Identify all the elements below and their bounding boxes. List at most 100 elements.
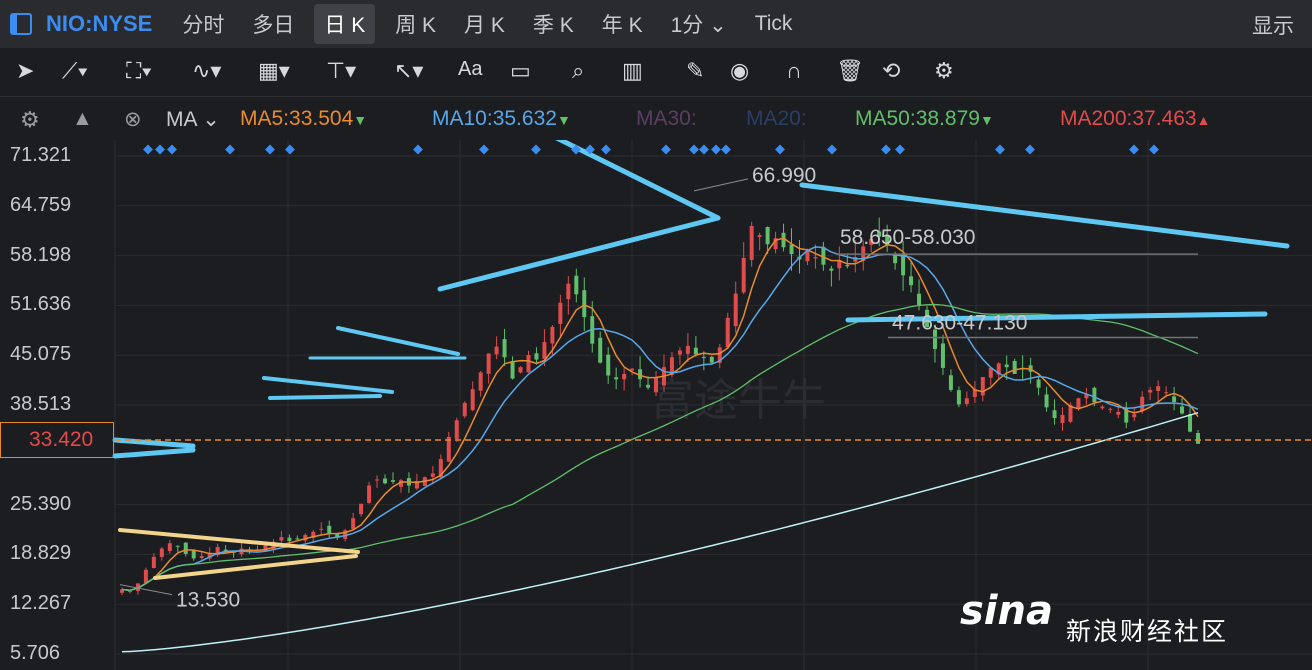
settings-icon[interactable]: ⚙: [934, 58, 954, 84]
candle-body: [1180, 406, 1185, 414]
candle-body: [287, 537, 292, 541]
trend-line-blue: [112, 447, 196, 459]
text-tool-icon[interactable]: Aa: [458, 58, 482, 81]
candlestick-chart[interactable]: 富途牛牛 66.990 13.530 58.650-58.030 47.630-47.…: [0, 140, 1312, 670]
trend-line-blue: [437, 215, 721, 292]
tab-1min[interactable]: 1分 ⌄: [671, 9, 727, 39]
candle-body: [375, 479, 380, 481]
tab-tick[interactable]: Tick: [755, 12, 793, 36]
gear-icon[interactable]: ⚙: [20, 107, 40, 133]
candle-body: [622, 373, 627, 380]
ma30-value: MA30:: [636, 107, 697, 130]
path-tool-icon[interactable]: ⛶▾: [126, 58, 152, 84]
candle-body: [127, 591, 132, 593]
tab-daily-k[interactable]: 日 K: [314, 4, 376, 44]
candle-body: [964, 398, 969, 405]
candle-body: [1012, 360, 1017, 374]
ma-selector[interactable]: MA ⌄: [166, 107, 220, 132]
candle-body: [1004, 364, 1009, 368]
candle-body: [789, 244, 794, 255]
candle-body: [390, 480, 395, 482]
candle-body: [948, 375, 953, 390]
event-marker-icon: [775, 144, 785, 155]
magnet-icon[interactable]: ∩: [786, 58, 802, 84]
candle-body: [909, 276, 914, 286]
candle-body: [494, 346, 499, 355]
tab-intraday[interactable]: 分时: [182, 9, 224, 39]
close-icon[interactable]: ⊗: [124, 107, 142, 132]
candle-body: [175, 545, 180, 547]
candle-body: [1092, 387, 1097, 403]
cursor-icon[interactable]: ➤: [16, 58, 34, 84]
comment-icon[interactable]: ▭: [510, 58, 531, 84]
candle-body: [582, 290, 587, 318]
symbol-label[interactable]: NIO:NYSE: [46, 11, 152, 37]
ma-selector-label: MA: [166, 108, 197, 131]
y-tick-label: 45.075: [10, 343, 72, 366]
layout-toggle-icon[interactable]: [10, 13, 32, 35]
y-tick-label: 64.759: [10, 193, 72, 216]
trash-icon[interactable]: 🗑: [836, 58, 864, 84]
candle-body: [151, 556, 156, 569]
sync-icon[interactable]: ⟲: [882, 58, 900, 84]
horizontal-line-icon[interactable]: ⊤▾: [326, 58, 356, 84]
event-marker-icon: [1129, 144, 1139, 155]
ma10-value: MA10:35.632▼: [432, 107, 571, 131]
event-marker-icon: [699, 144, 709, 155]
y-tick-label: 51.636: [10, 293, 72, 316]
tab-monthly-k[interactable]: 月 K: [464, 9, 505, 39]
tab-yearly-k[interactable]: 年 K: [602, 9, 643, 39]
candle-body: [1044, 394, 1049, 408]
candle-body: [646, 384, 651, 388]
candle-body: [143, 569, 148, 583]
event-marker-icon: [413, 144, 423, 155]
display-button[interactable]: 显示: [1252, 10, 1294, 40]
candle-body: [1132, 414, 1137, 418]
range-label: 58.650-58.030: [840, 226, 975, 249]
fib-tool-icon[interactable]: ▦▾: [258, 58, 290, 84]
arrow-tool-icon[interactable]: ↖▾: [394, 58, 423, 84]
candle-body: [462, 402, 467, 417]
sina-brand-text: 新浪财经社区: [1066, 618, 1229, 646]
candle-body: [183, 542, 188, 554]
candle-body: [1140, 396, 1145, 411]
event-marker-icon: [895, 144, 905, 155]
candle-body: [478, 372, 483, 391]
line-tool-icon[interactable]: ⟋▾: [62, 58, 88, 84]
event-marker-icon: [827, 144, 837, 155]
event-marker-icon: [995, 144, 1005, 155]
candle-body: [1060, 414, 1065, 423]
wave-tool-icon[interactable]: ∿▾: [192, 58, 221, 84]
zoom-icon[interactable]: ⌕: [572, 58, 584, 84]
candle-body: [829, 268, 834, 271]
eye-icon[interactable]: ◉: [730, 58, 749, 84]
candle-body: [550, 326, 555, 344]
event-marker-icon: [265, 144, 275, 155]
candle-body: [566, 283, 571, 300]
candle-body: [454, 420, 459, 439]
ma200-arrow: ▲: [1196, 112, 1211, 128]
tab-weekly-k[interactable]: 周 K: [395, 9, 436, 39]
event-marker-icon: [143, 144, 153, 155]
event-markers: [143, 144, 1159, 155]
candle-body: [199, 556, 204, 559]
range-label: 47.630-47.130: [892, 312, 1027, 335]
current-price-label: 33.420: [0, 422, 114, 458]
candle-body: [159, 548, 164, 557]
event-marker-icon: [479, 144, 489, 155]
candle-body: [725, 317, 730, 348]
candle-body: [1108, 408, 1113, 410]
chevron-down-icon: ⌄: [202, 108, 220, 131]
candle-body: [558, 302, 563, 324]
ma-indicator-bar: ⚙ ▲ ⊗ MA ⌄ MA5:33.504▼ MA10:35.632▼ MA30…: [0, 97, 1312, 141]
candle-body: [1156, 386, 1161, 391]
tab-multiday[interactable]: 多日: [252, 9, 294, 39]
pen-icon[interactable]: ✎: [686, 58, 704, 84]
tab-quarterly-k[interactable]: 季 K: [533, 9, 574, 39]
indicator-icon[interactable]: ▥: [622, 58, 643, 84]
candle-body: [685, 345, 690, 354]
collapse-icon[interactable]: ▲: [72, 107, 93, 131]
y-tick-label: 18.829: [10, 542, 72, 565]
candle-body: [980, 377, 985, 396]
candle-body: [167, 543, 172, 552]
